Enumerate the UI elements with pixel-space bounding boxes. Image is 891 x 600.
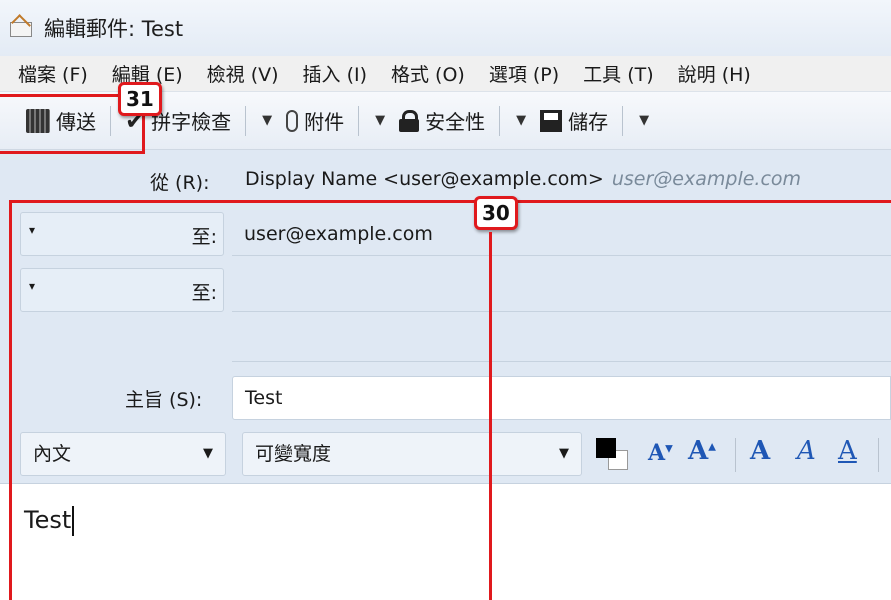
annotation-badge: 31 bbox=[118, 82, 162, 116]
paperclip-icon bbox=[286, 109, 299, 132]
from-label: 從 (R): bbox=[150, 172, 210, 194]
subject-input[interactable]: Test bbox=[232, 376, 891, 420]
recipient-row: ▾ 至: user@example.com bbox=[20, 212, 891, 260]
toolbar-divider bbox=[110, 105, 111, 136]
save-dropdown-icon[interactable]: ▼ bbox=[631, 113, 657, 128]
menu-options[interactable]: 選項 (P) bbox=[489, 60, 559, 87]
recipient-type-select[interactable]: ▾ 至: bbox=[20, 268, 224, 312]
menu-format[interactable]: 格式 (O) bbox=[391, 60, 465, 87]
bold-icon[interactable]: A bbox=[750, 436, 770, 466]
body-content: Test bbox=[24, 506, 72, 534]
subject-label: 主旨 (S): bbox=[125, 389, 203, 411]
menu-help[interactable]: 說明 (H) bbox=[678, 60, 751, 87]
foreground-color-swatch bbox=[596, 438, 616, 458]
compose-app-icon bbox=[8, 14, 36, 40]
recipient-row: ▾ 至: bbox=[20, 268, 891, 316]
chevron-down-icon: ▾ bbox=[29, 279, 36, 293]
menu-file[interactable]: 檔案 (F) bbox=[18, 60, 88, 87]
toolbar-divider bbox=[358, 105, 360, 136]
title-bar: 編輯郵件: Test bbox=[0, 0, 891, 56]
toolbar-divider bbox=[499, 105, 501, 136]
send-icon bbox=[26, 108, 50, 133]
lock-icon bbox=[399, 109, 420, 132]
chevron-down-icon: ▼ bbox=[203, 446, 213, 461]
from-identity: Display Name <user@example.com> bbox=[245, 168, 604, 190]
italic-icon[interactable]: A bbox=[797, 436, 816, 466]
format-divider bbox=[878, 438, 879, 472]
menu-insert[interactable]: 插入 (I) bbox=[303, 60, 367, 87]
recipient-type-label: 至: bbox=[191, 282, 217, 304]
send-label: 傳送 bbox=[56, 110, 96, 134]
format-divider bbox=[735, 438, 736, 472]
annotation-pointer-line bbox=[489, 232, 492, 600]
recipient-type-select[interactable]: ▾ 至: bbox=[20, 212, 224, 256]
floppy-disk-icon bbox=[540, 109, 563, 132]
send-button[interactable]: 傳送 bbox=[20, 101, 102, 141]
recipient-type-label: 至: bbox=[191, 226, 217, 248]
text-caret bbox=[72, 506, 75, 536]
spellcheck-label: 拼字檢查 bbox=[151, 110, 232, 134]
security-label: 安全性 bbox=[425, 110, 486, 134]
recipient-empty-line[interactable] bbox=[232, 352, 891, 362]
message-body-editor[interactable]: Test bbox=[0, 484, 891, 600]
recipient-input[interactable] bbox=[232, 268, 891, 312]
paragraph-style-value: 內文 bbox=[33, 443, 72, 465]
recipient-input[interactable]: user@example.com bbox=[232, 212, 891, 256]
menu-tools[interactable]: 工具 (T) bbox=[583, 60, 653, 87]
annotation-badge: 30 bbox=[474, 196, 518, 230]
message-body-text: Test bbox=[24, 506, 75, 536]
subject-row: 主旨 (S): Test bbox=[0, 376, 891, 420]
chevron-down-icon: ▾ bbox=[29, 223, 36, 237]
text-color-picker[interactable] bbox=[596, 438, 632, 474]
save-label: 儲存 bbox=[568, 110, 609, 134]
save-button[interactable]: 儲存 bbox=[534, 101, 614, 141]
increase-font-size-icon[interactable]: A▲ bbox=[688, 436, 716, 466]
message-header: 從 (R): Display Name <user@example.com> us… bbox=[0, 150, 891, 432]
font-family-value: 可變寬度 bbox=[255, 443, 332, 465]
attach-label: 附件 bbox=[304, 110, 345, 134]
from-email-hint: user@example.com bbox=[611, 168, 802, 190]
underline-icon[interactable]: A bbox=[838, 436, 857, 466]
security-button[interactable]: 安全性 bbox=[393, 101, 491, 141]
chevron-down-icon: ▼ bbox=[559, 446, 569, 461]
toolbar-divider bbox=[622, 105, 624, 136]
decrease-font-size-icon[interactable]: A▼ bbox=[648, 440, 673, 466]
paragraph-style-select[interactable]: 內文 ▼ bbox=[20, 432, 226, 476]
from-row: 從 (R): Display Name <user@example.com> us… bbox=[0, 165, 891, 197]
attach-dropdown-icon[interactable]: ▼ bbox=[367, 113, 393, 128]
format-toolbar: 內文 ▼ 可變寬度 ▼ A▼ A▲ A A A bbox=[0, 432, 891, 484]
toolbar-divider bbox=[245, 105, 247, 136]
menu-view[interactable]: 檢視 (V) bbox=[207, 60, 279, 87]
font-family-select[interactable]: 可變寬度 ▼ bbox=[242, 432, 582, 476]
from-selector[interactable]: Display Name <user@example.com> user@exam… bbox=[245, 168, 801, 190]
security-dropdown-icon[interactable]: ▼ bbox=[508, 113, 534, 128]
window-title: 編輯郵件: Test bbox=[44, 17, 184, 41]
spellcheck-dropdown-icon[interactable]: ▼ bbox=[254, 113, 280, 128]
attach-button[interactable]: 附件 bbox=[280, 101, 350, 141]
